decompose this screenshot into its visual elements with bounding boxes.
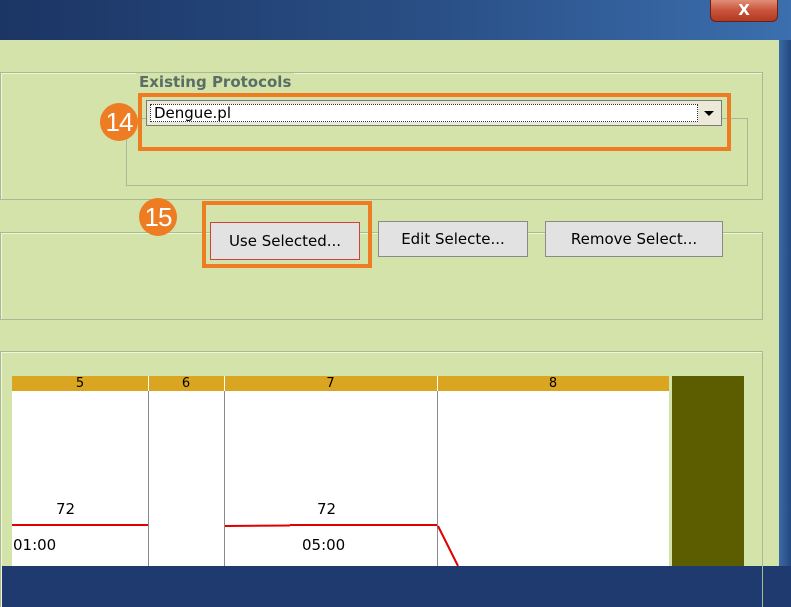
close-button[interactable]: X — [710, 0, 778, 22]
trend-line-segment — [224, 524, 291, 527]
remove-selected-button[interactable]: Remove Select... — [545, 221, 723, 257]
olive-status-column — [672, 376, 744, 566]
title-bar — [0, 0, 791, 40]
trend-line-segment — [437, 525, 459, 566]
existing-protocols-label: Existing Protocols — [136, 73, 295, 91]
highlight-box-14 — [138, 93, 731, 151]
window-border — [779, 40, 791, 566]
callout-badge-15: 15 — [139, 198, 177, 236]
callout-badge-14: 14 — [100, 103, 138, 141]
highlight-box-15 — [202, 201, 372, 268]
schedule-grid: 5 6 7 8 72 01:00 72 05:00 — [12, 376, 669, 566]
edit-selected-button[interactable]: Edit Selecte... — [378, 221, 528, 257]
trend-line-chart — [12, 524, 459, 566]
